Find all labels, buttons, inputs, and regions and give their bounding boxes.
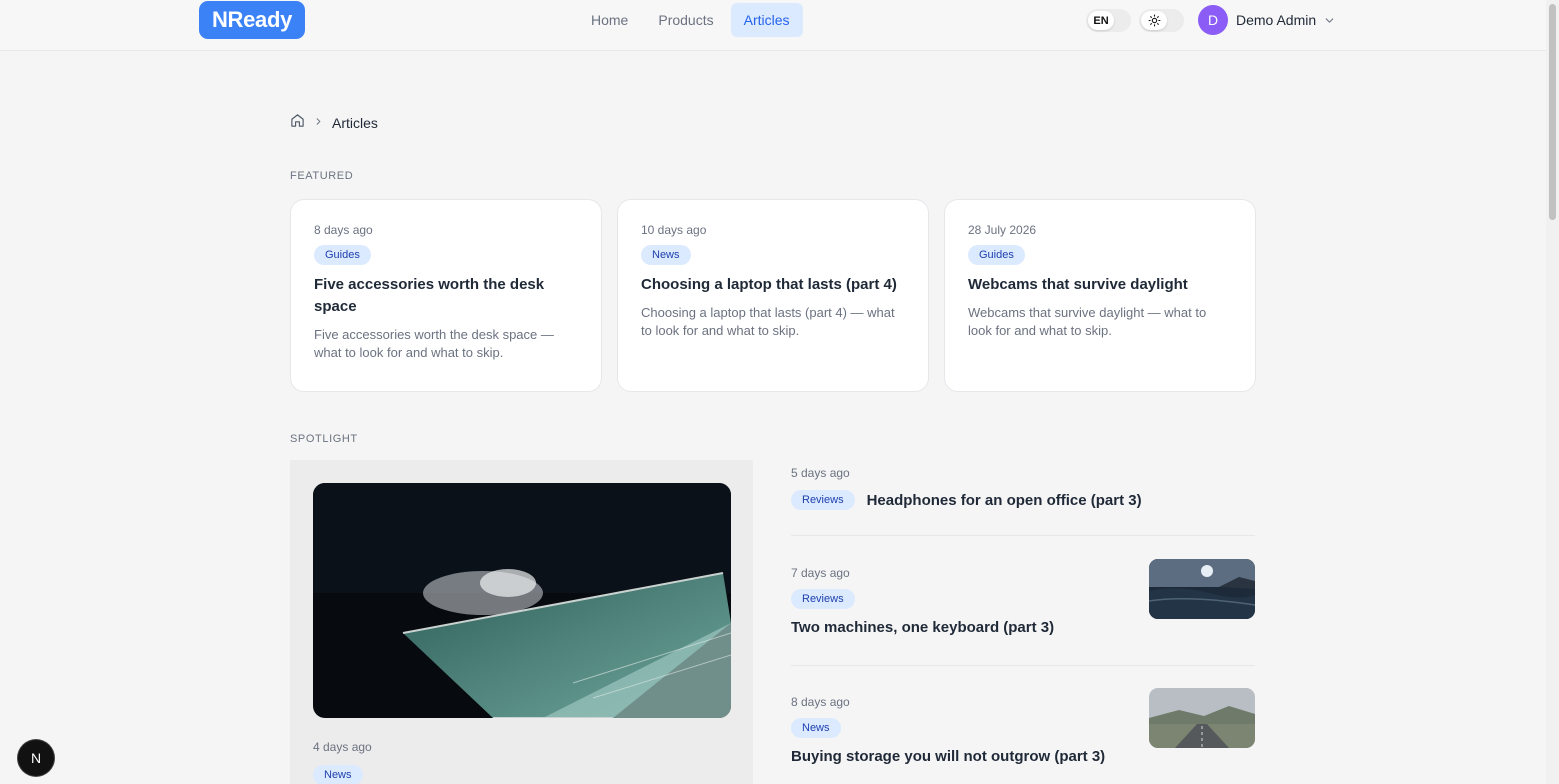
card-excerpt: Choosing a laptop that lasts (part 4) — … — [641, 305, 895, 338]
card-excerpt: Webcams that survive daylight — what to … — [968, 305, 1207, 338]
sun-icon — [1141, 11, 1167, 30]
scrollbar-thumb[interactable] — [1549, 4, 1556, 220]
language-label: EN — [1088, 11, 1114, 30]
category-badge[interactable]: Reviews — [791, 589, 855, 609]
spotlight-image[interactable] — [313, 483, 731, 718]
featured-card[interactable]: 10 days ago News Choosing a laptop that … — [617, 199, 929, 392]
spotlight-item[interactable]: 8 days ago News Buying storage you will … — [791, 688, 1255, 784]
dev-tools-badge[interactable]: N — [18, 740, 54, 776]
avatar[interactable]: D — [1198, 5, 1228, 35]
item-title[interactable]: Headphones for an open office (part 3) — [867, 492, 1142, 509]
spotlight-item[interactable]: 7 days ago Reviews Two machines, one key… — [791, 559, 1255, 666]
nav-products[interactable]: Products — [645, 3, 726, 37]
card-date: 28 July 2026 — [968, 223, 1037, 237]
item-thumbnail[interactable] — [1149, 559, 1255, 619]
category-badge[interactable]: Guides — [968, 245, 1025, 265]
spotlight-label: SPOTLIGHT — [290, 433, 358, 445]
item-title[interactable]: Two machines, one keyboard (part 3) — [791, 619, 1255, 636]
chevron-down-icon[interactable] — [1323, 14, 1336, 32]
logo[interactable]: NReady — [199, 1, 305, 39]
nav-home[interactable]: Home — [578, 3, 641, 37]
category-badge[interactable]: News — [791, 718, 841, 738]
theme-toggle[interactable] — [1139, 9, 1184, 32]
home-icon[interactable] — [290, 113, 305, 133]
category-badge[interactable]: News — [313, 765, 363, 784]
page-scrollbar[interactable] — [1546, 0, 1559, 784]
spotlight-date: 4 days ago — [313, 740, 372, 754]
spotlight-item[interactable]: 5 days ago Reviews Headphones for an ope… — [791, 466, 1255, 536]
breadcrumb: Articles — [290, 113, 378, 133]
category-badge[interactable]: Guides — [314, 245, 371, 265]
card-title[interactable]: Webcams that survive daylight — [968, 274, 1232, 296]
category-badge[interactable]: Reviews — [791, 490, 855, 510]
card-title[interactable]: Choosing a laptop that lasts (part 4) — [641, 274, 905, 296]
breadcrumb-current: Articles — [332, 115, 378, 131]
item-title[interactable]: Buying storage you will not outgrow (par… — [791, 748, 1255, 765]
spotlight-main-card[interactable]: 4 days ago News — [290, 460, 753, 784]
item-date: 5 days ago — [791, 466, 850, 480]
main-nav: Home Products Articles — [578, 3, 803, 37]
chevron-right-icon — [313, 114, 324, 132]
card-date: 10 days ago — [641, 223, 707, 237]
item-thumbnail[interactable] — [1149, 688, 1255, 748]
category-badge[interactable]: News — [641, 245, 691, 265]
nav-articles[interactable]: Articles — [730, 3, 803, 37]
top-header: NReady Home Products Articles EN D Demo … — [0, 0, 1546, 51]
user-name[interactable]: Demo Admin — [1236, 12, 1316, 28]
featured-label: FEATURED — [290, 170, 354, 182]
language-toggle[interactable]: EN — [1086, 9, 1131, 32]
card-excerpt: Five accessories worth the desk space — … — [314, 327, 554, 360]
featured-card[interactable]: 28 July 2026 Guides Webcams that survive… — [944, 199, 1256, 392]
card-date: 8 days ago — [314, 223, 373, 237]
card-title[interactable]: Five accessories worth the desk space — [314, 274, 578, 318]
featured-card[interactable]: 8 days ago Guides Five accessories worth… — [290, 199, 602, 392]
